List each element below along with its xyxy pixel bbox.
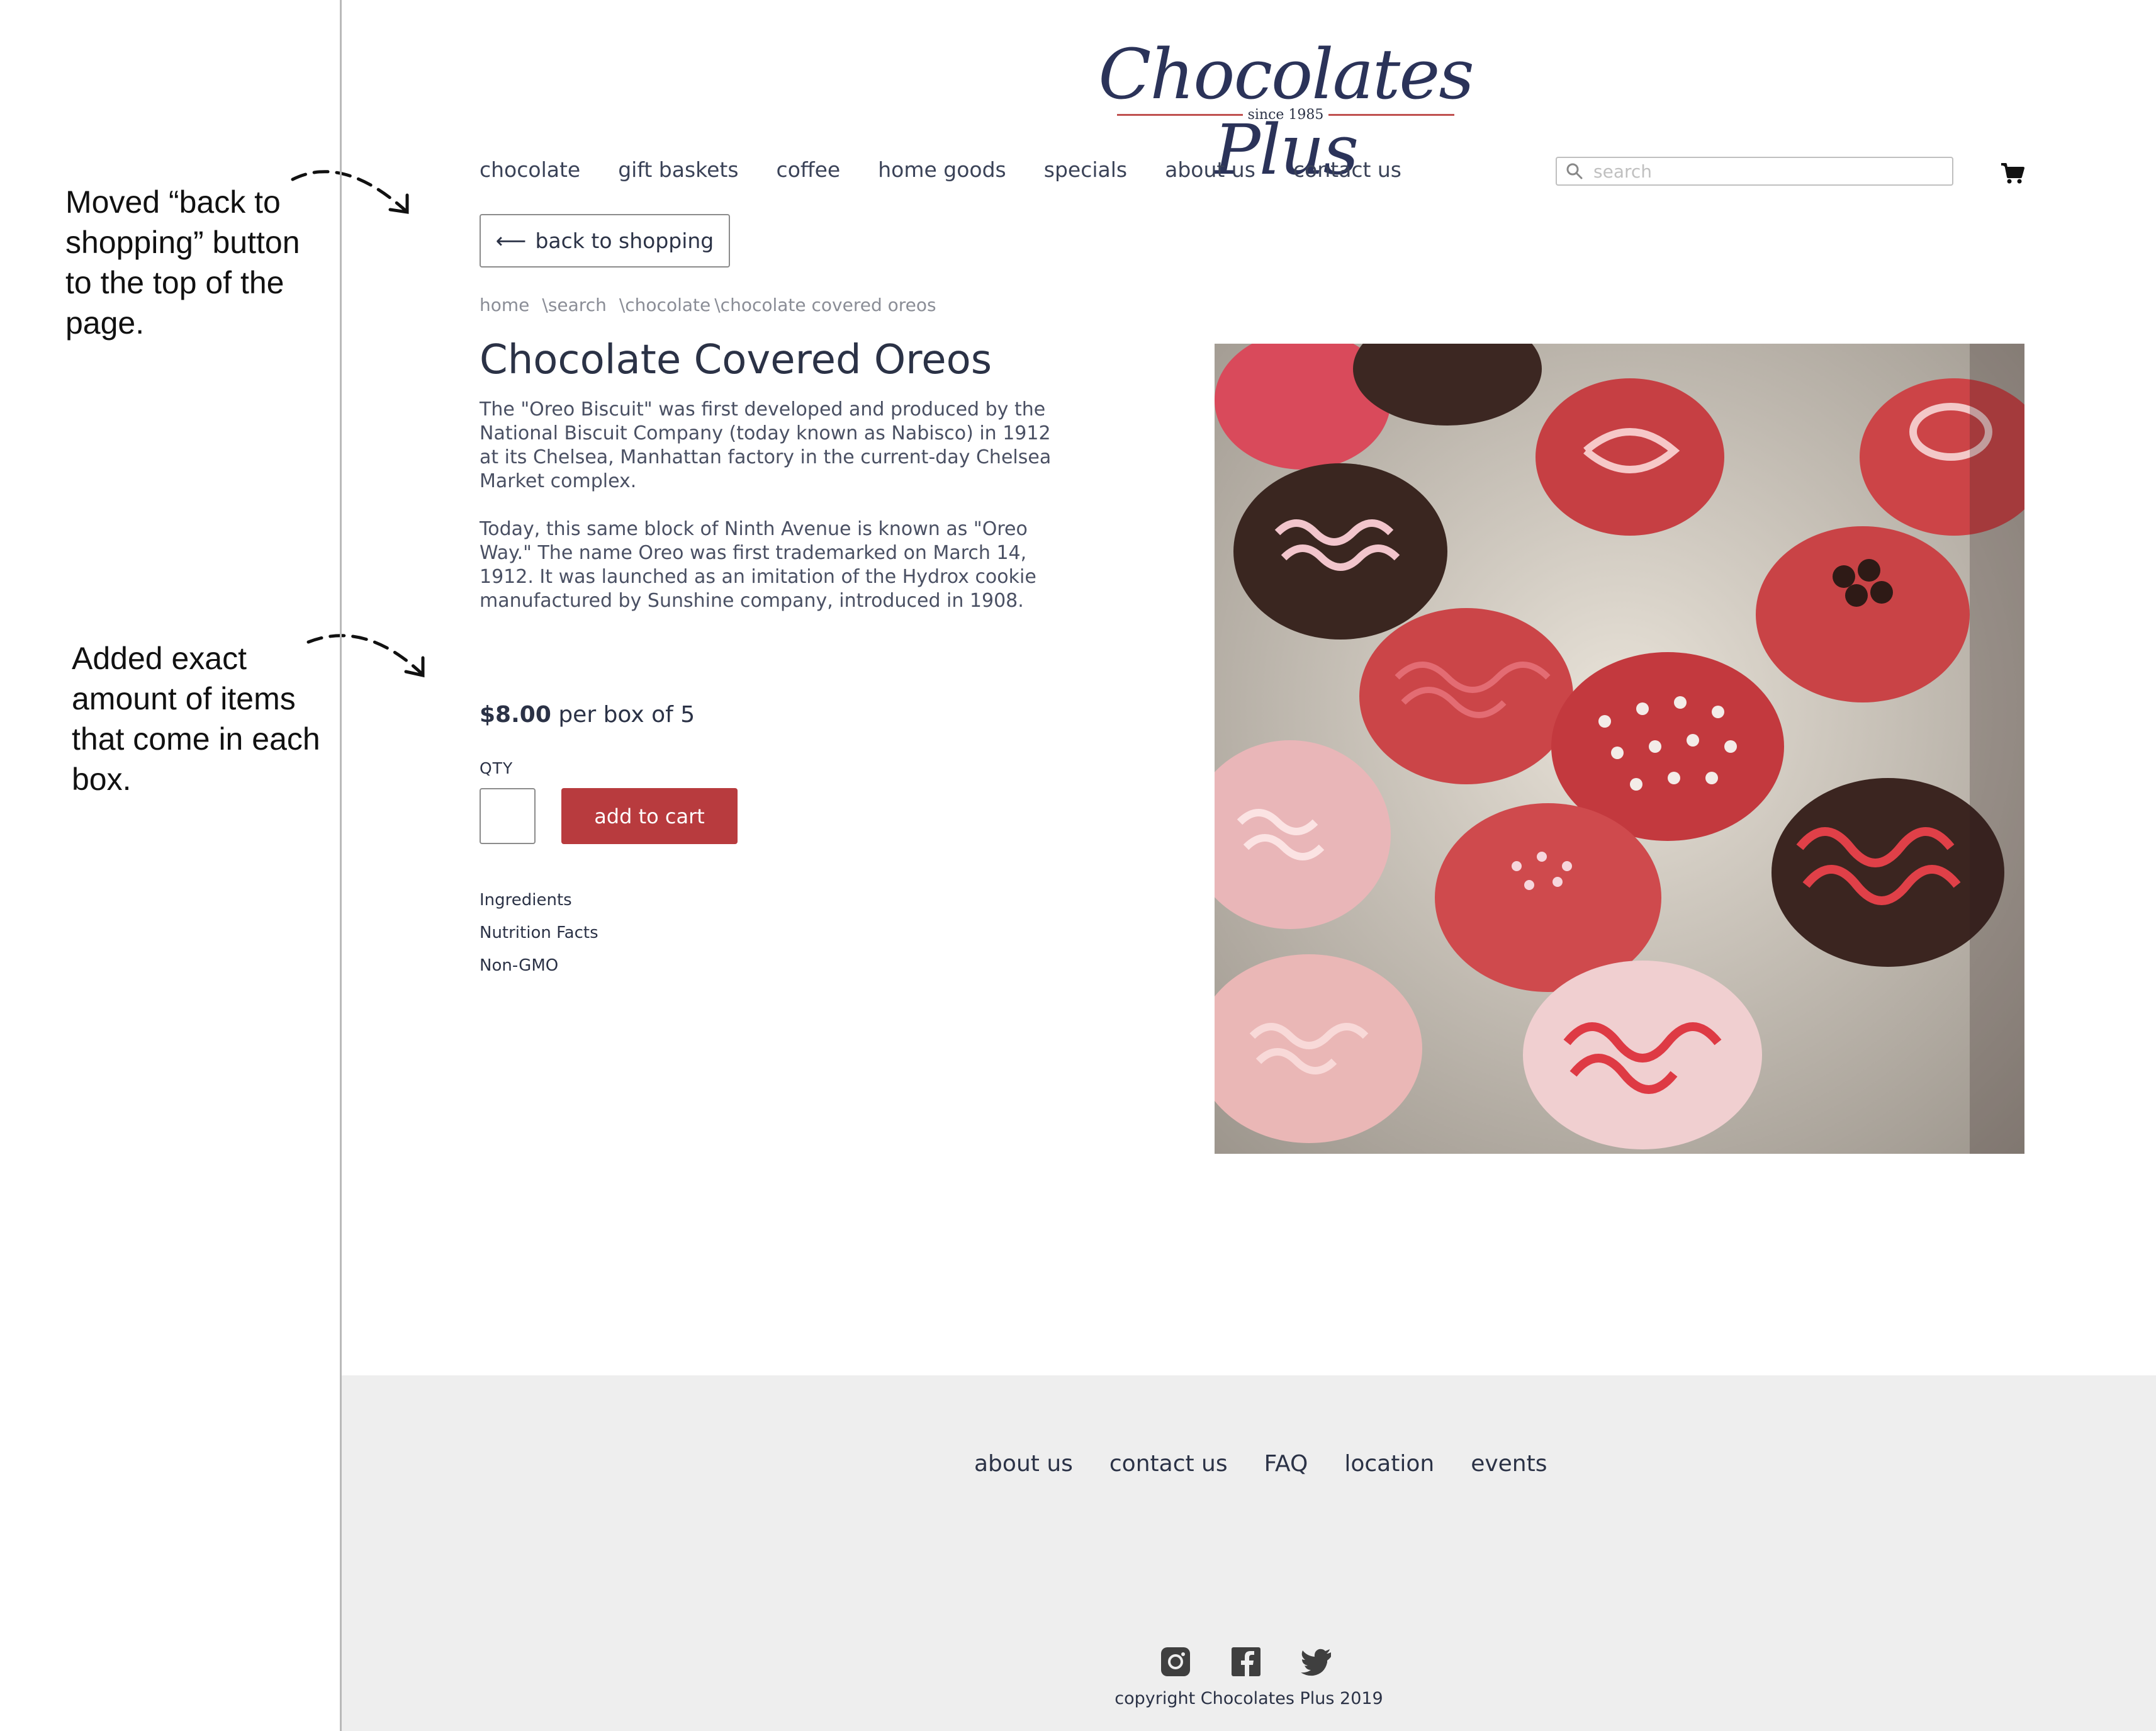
nav-item-gift-baskets[interactable]: gift baskets xyxy=(618,157,738,182)
price-unit: per box of 5 xyxy=(558,702,695,728)
breadcrumb-search[interactable]: search xyxy=(548,295,607,315)
copyright-text: copyright Chocolates Plus 2019 xyxy=(1114,1689,1383,1708)
description-paragraph: The "Oreo Biscuit" was first developed a… xyxy=(480,398,1052,492)
search-bar xyxy=(1556,157,1953,186)
logo-since-text: since 1985 xyxy=(1247,107,1324,123)
main-nav: chocolate gift baskets coffee home goods… xyxy=(480,157,1439,182)
annotation-note-box-count: Added exact amount of items that come in… xyxy=(72,641,320,797)
cart-icon[interactable] xyxy=(2000,161,2025,186)
footer-link-contact-us[interactable]: contact us xyxy=(1109,1451,1228,1477)
logo-tagline: since 1985 xyxy=(1065,107,1506,123)
product-price: $8.00 per box of 5 xyxy=(480,702,695,728)
back-to-shopping-button[interactable]: ⟵ back to shopping xyxy=(480,214,730,268)
qty-input[interactable] xyxy=(480,788,536,844)
ingredients-link[interactable]: Ingredients xyxy=(480,891,572,910)
breadcrumb-separator: \ xyxy=(542,295,548,315)
twitter-icon[interactable] xyxy=(1301,1646,1332,1677)
breadcrumb: home \ search \ chocolate \ chocolate co… xyxy=(480,295,936,315)
nav-item-home-goods[interactable]: home goods xyxy=(878,157,1006,182)
nav-item-coffee[interactable]: coffee xyxy=(777,157,841,182)
nav-item-chocolate[interactable]: chocolate xyxy=(480,157,580,182)
annotation-panel: Moved “back to shopping” button to the t… xyxy=(0,0,425,1731)
product-description: The "Oreo Biscuit" was first developed a… xyxy=(480,398,1071,637)
footer-link-location[interactable]: location xyxy=(1344,1451,1434,1477)
social-links xyxy=(1160,1646,1332,1677)
non-gmo-link[interactable]: Non-GMO xyxy=(480,956,558,975)
product-photo xyxy=(1215,344,2024,1154)
qty-label: QTY xyxy=(480,759,514,777)
nav-item-contact-us[interactable]: contact us xyxy=(1293,157,1401,182)
breadcrumb-current: chocolate covered oreos xyxy=(720,295,936,315)
site-footer: about us contact us FAQ location events … xyxy=(342,1375,2156,1731)
footer-link-about-us[interactable]: about us xyxy=(974,1451,1073,1477)
breadcrumb-chocolate[interactable]: chocolate xyxy=(625,295,710,315)
breadcrumb-home[interactable]: home xyxy=(480,295,529,315)
facebook-icon[interactable] xyxy=(1230,1646,1262,1677)
back-to-shopping-label: back to shopping xyxy=(535,228,714,253)
footer-link-events[interactable]: events xyxy=(1471,1451,1547,1477)
search-input[interactable] xyxy=(1592,160,1952,183)
nutrition-facts-link[interactable]: Nutrition Facts xyxy=(480,923,598,942)
product-title: Chocolate Covered Oreos xyxy=(480,337,992,383)
product-page: Chocolates Plus since 1985 chocolate gif… xyxy=(342,0,2156,1731)
breadcrumb-separator: \ xyxy=(714,295,721,315)
add-to-cart-button[interactable]: add to cart xyxy=(561,788,738,844)
breadcrumb-separator: \ xyxy=(619,295,626,315)
site-logo[interactable]: Chocolates Plus since 1985 xyxy=(1065,37,1506,188)
nav-item-about-us[interactable]: about us xyxy=(1165,157,1255,182)
price-value: $8.00 xyxy=(480,702,551,728)
nav-item-specials[interactable]: specials xyxy=(1044,157,1127,182)
footer-link-faq[interactable]: FAQ xyxy=(1264,1451,1308,1477)
arrow-left-icon: ⟵ xyxy=(495,228,527,254)
description-paragraph: Today, this same block of Ninth Avenue i… xyxy=(480,518,1036,612)
footer-nav: about us contact us FAQ location events xyxy=(974,1451,1584,1477)
instagram-icon[interactable] xyxy=(1160,1646,1191,1677)
search-icon xyxy=(1566,163,1583,179)
